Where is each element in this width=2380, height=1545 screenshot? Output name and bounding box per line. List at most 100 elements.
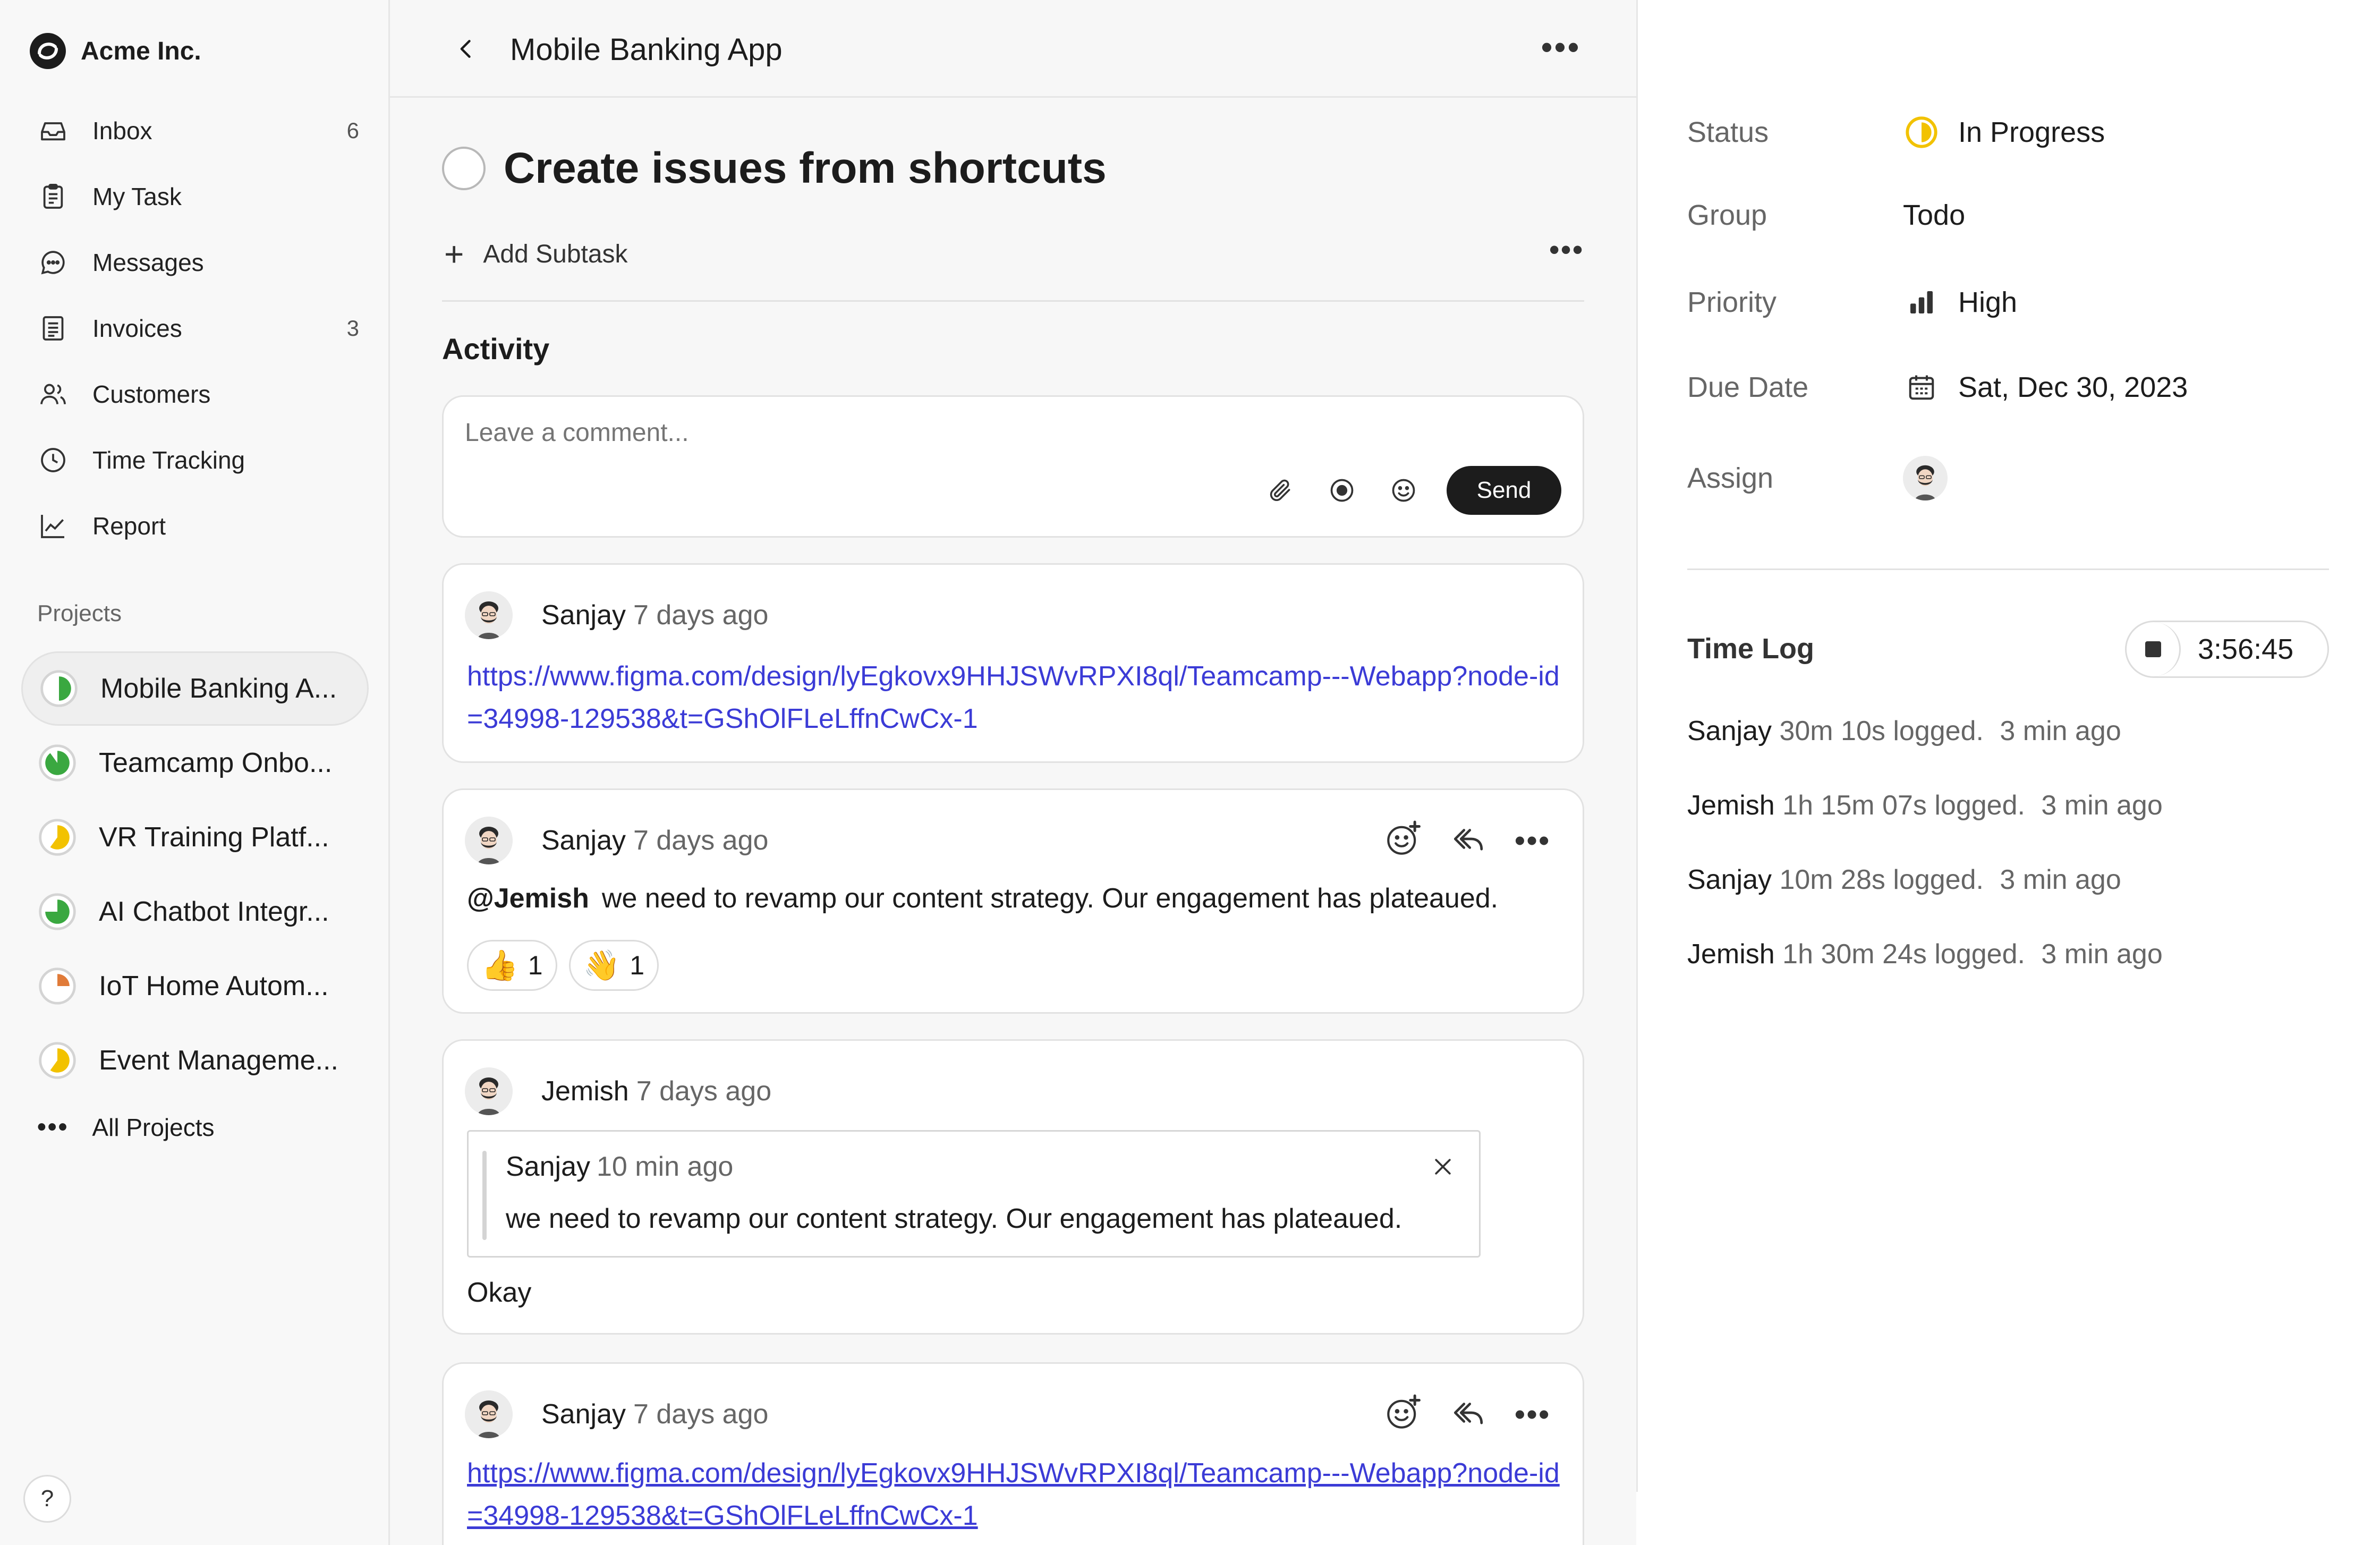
due-date-field[interactable]: Due Date Sat, Dec 30, 2023 bbox=[1687, 369, 2188, 406]
post-author: Sanjay bbox=[541, 600, 626, 631]
post-header: Jemish 7 days ago bbox=[465, 1067, 771, 1115]
activity-heading: Activity bbox=[442, 332, 550, 366]
clipboard-icon bbox=[37, 181, 69, 213]
sidebar-item-label: Time Tracking bbox=[92, 446, 245, 474]
post-text: Okay bbox=[467, 1277, 532, 1308]
status-field[interactable]: Status In Progress bbox=[1687, 114, 2105, 151]
quote-bar bbox=[482, 1151, 487, 1240]
plus-icon: + bbox=[444, 235, 464, 273]
invoice-icon bbox=[37, 312, 69, 344]
post-actions: ••• bbox=[1384, 1394, 1551, 1434]
group-field[interactable]: Group Todo bbox=[1687, 199, 1965, 232]
avatar[interactable] bbox=[465, 817, 513, 864]
sidebar-item-label: My Task bbox=[92, 183, 182, 210]
activity-post: Sanjay 7 days ago ••• @Jemish we need to … bbox=[442, 788, 1584, 1014]
post-time: 7 days ago bbox=[633, 600, 769, 631]
post-more-button[interactable]: ••• bbox=[1515, 1399, 1551, 1429]
due-date-label: Due Date bbox=[1687, 371, 1809, 403]
log-user: Jemish bbox=[1687, 790, 1775, 821]
quote-time: 10 min ago bbox=[597, 1151, 734, 1182]
more-options-button[interactable]: ••• bbox=[1541, 31, 1581, 63]
thumbs-up-icon: 👍 bbox=[481, 948, 518, 982]
post-more-button[interactable]: ••• bbox=[1515, 825, 1551, 855]
log-time: 3 min ago bbox=[2000, 716, 2121, 746]
avatar[interactable] bbox=[465, 591, 513, 639]
time-log-heading: Time Log bbox=[1687, 633, 1815, 665]
time-log-entry: Sanjay 10m 28s logged. 3 min ago bbox=[1687, 864, 2121, 896]
emoji-icon[interactable] bbox=[1385, 472, 1422, 509]
task-properties-panel: Status In Progress Group Todo Priority H… bbox=[1636, 0, 2380, 1545]
sidebar-item-time-tracking[interactable]: Time Tracking bbox=[21, 427, 361, 493]
avatar-illustration-icon bbox=[465, 1067, 513, 1115]
avatar[interactable] bbox=[465, 1390, 513, 1438]
comment-input[interactable] bbox=[465, 418, 1315, 447]
project-item-mobile-banking[interactable]: Mobile Banking A... bbox=[21, 651, 369, 726]
quote-text: we need to revamp our content strategy. … bbox=[506, 1203, 1402, 1234]
all-projects-link[interactable]: ••• All Projects bbox=[37, 1113, 215, 1142]
project-item-teamcamp[interactable]: Teamcamp Onbo... bbox=[21, 726, 369, 800]
sidebar-item-customers[interactable]: Customers bbox=[21, 361, 361, 427]
due-date-text: Sat, Dec 30, 2023 bbox=[1958, 371, 2188, 403]
log-user: Sanjay bbox=[1687, 864, 1772, 895]
mention[interactable]: @Jemish bbox=[467, 883, 589, 914]
project-item-iot-home[interactable]: IoT Home Autom... bbox=[21, 949, 369, 1023]
sidebar-item-invoices[interactable]: Invoices 3 bbox=[21, 295, 361, 361]
add-reaction-icon[interactable] bbox=[1384, 820, 1422, 861]
back-button[interactable] bbox=[449, 32, 483, 66]
assign-label: Assign bbox=[1687, 462, 1774, 494]
reply-icon[interactable] bbox=[1451, 821, 1486, 859]
sidebar-item-inbox[interactable]: Inbox 6 bbox=[21, 98, 361, 164]
figma-link[interactable]: https://www.figma.com/design/lyEgkovx9HH… bbox=[467, 1452, 1567, 1537]
timer-value: 3:56:45 bbox=[2198, 633, 2294, 665]
avatar-illustration-icon bbox=[465, 817, 513, 864]
project-item-ai-chatbot[interactable]: AI Chatbot Integr... bbox=[21, 875, 369, 949]
assignee-avatar[interactable] bbox=[1903, 456, 1948, 500]
attachment-icon[interactable] bbox=[1262, 472, 1299, 509]
subtask-more-button[interactable]: ••• bbox=[1549, 235, 1584, 264]
sidebar-item-report[interactable]: Report bbox=[21, 493, 361, 559]
divider bbox=[1687, 568, 2329, 570]
page-title: Mobile Banking App bbox=[510, 32, 783, 67]
reaction-count: 1 bbox=[630, 950, 645, 980]
project-item-vr-training[interactable]: VR Training Platf... bbox=[21, 800, 369, 875]
avatar[interactable] bbox=[465, 1067, 513, 1115]
post-header: Sanjay 7 days ago bbox=[465, 591, 768, 639]
acme-logo-icon bbox=[30, 33, 66, 69]
post-time: 7 days ago bbox=[633, 825, 769, 856]
priority-field[interactable]: Priority High bbox=[1687, 284, 2017, 321]
help-button[interactable]: ? bbox=[23, 1475, 71, 1523]
sidebar-item-messages[interactable]: Messages bbox=[21, 230, 361, 295]
send-button[interactable]: Send bbox=[1447, 466, 1561, 515]
priority-bars-icon bbox=[1903, 284, 1940, 321]
post-header: Sanjay 7 days ago bbox=[465, 817, 768, 864]
status-text: In Progress bbox=[1958, 116, 2105, 148]
reaction-wave[interactable]: 👋 1 bbox=[568, 940, 659, 991]
reaction-count: 1 bbox=[528, 950, 543, 980]
add-subtask-button[interactable]: + Add Subtask bbox=[444, 235, 628, 273]
activity-post: Sanjay 7 days ago ••• https://www.figma.… bbox=[442, 1362, 1584, 1545]
assign-field[interactable]: Assign bbox=[1687, 456, 1948, 500]
sidebar-nav: Inbox 6 My Task Messages Invoices 3 Cust… bbox=[21, 98, 361, 559]
task-title-row: Create issues from shortcuts bbox=[442, 143, 1107, 193]
reply-icon[interactable] bbox=[1451, 1395, 1486, 1433]
sidebar-item-label: Report bbox=[92, 512, 166, 540]
task-complete-checkbox[interactable] bbox=[442, 147, 486, 190]
project-progress-icon bbox=[39, 744, 76, 782]
reaction-thumbs-up[interactable]: 👍 1 bbox=[467, 940, 557, 991]
all-projects-label: All Projects bbox=[92, 1113, 215, 1141]
post-author: Jemish bbox=[541, 1076, 629, 1107]
log-duration: 1h 15m 07s logged. bbox=[1782, 790, 2025, 821]
stop-timer-button[interactable] bbox=[2127, 622, 2181, 676]
timer-widget: 3:56:45 bbox=[2125, 621, 2329, 678]
sidebar-item-my-task[interactable]: My Task bbox=[21, 164, 361, 230]
project-item-event-management[interactable]: Event Manageme... bbox=[21, 1023, 369, 1098]
post-text: we need to revamp our content strategy. … bbox=[601, 883, 1499, 914]
brand[interactable]: Acme Inc. bbox=[29, 32, 201, 70]
figma-link[interactable]: https://www.figma.com/design/lyEgkovx9HH… bbox=[467, 655, 1567, 740]
close-icon[interactable] bbox=[1429, 1153, 1457, 1181]
priority-value: High bbox=[1903, 284, 2017, 321]
sidebar-item-label: Inbox bbox=[92, 117, 152, 145]
add-reaction-icon[interactable] bbox=[1384, 1394, 1422, 1434]
record-icon[interactable] bbox=[1323, 472, 1361, 509]
priority-text: High bbox=[1958, 286, 2018, 318]
